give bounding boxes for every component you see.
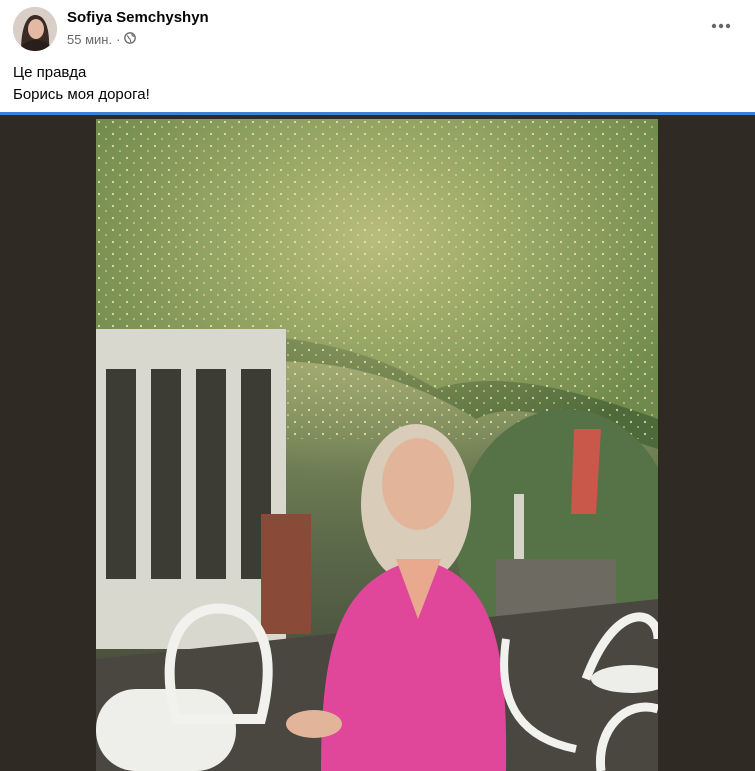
photo-area (0, 115, 755, 771)
post-timestamp[interactable]: 55 мин. (67, 32, 112, 47)
post-photo[interactable] (96, 119, 658, 771)
post-text: Це правда Борись моя дорога! (13, 62, 150, 106)
more-options-icon[interactable] (707, 14, 735, 38)
author-name[interactable]: Sofiya Semchyshyn (67, 9, 209, 26)
avatar[interactable] (13, 7, 57, 51)
post-header: Sofiya Semchyshyn 55 мин. · (0, 0, 755, 56)
post-text-line-2: Борись моя дорога! (13, 86, 150, 103)
post-meta: 55 мин. · (67, 32, 137, 47)
meta-separator: · (116, 32, 121, 47)
globe-icon[interactable] (124, 32, 137, 47)
post-text-line-1: Це правда (13, 64, 87, 81)
